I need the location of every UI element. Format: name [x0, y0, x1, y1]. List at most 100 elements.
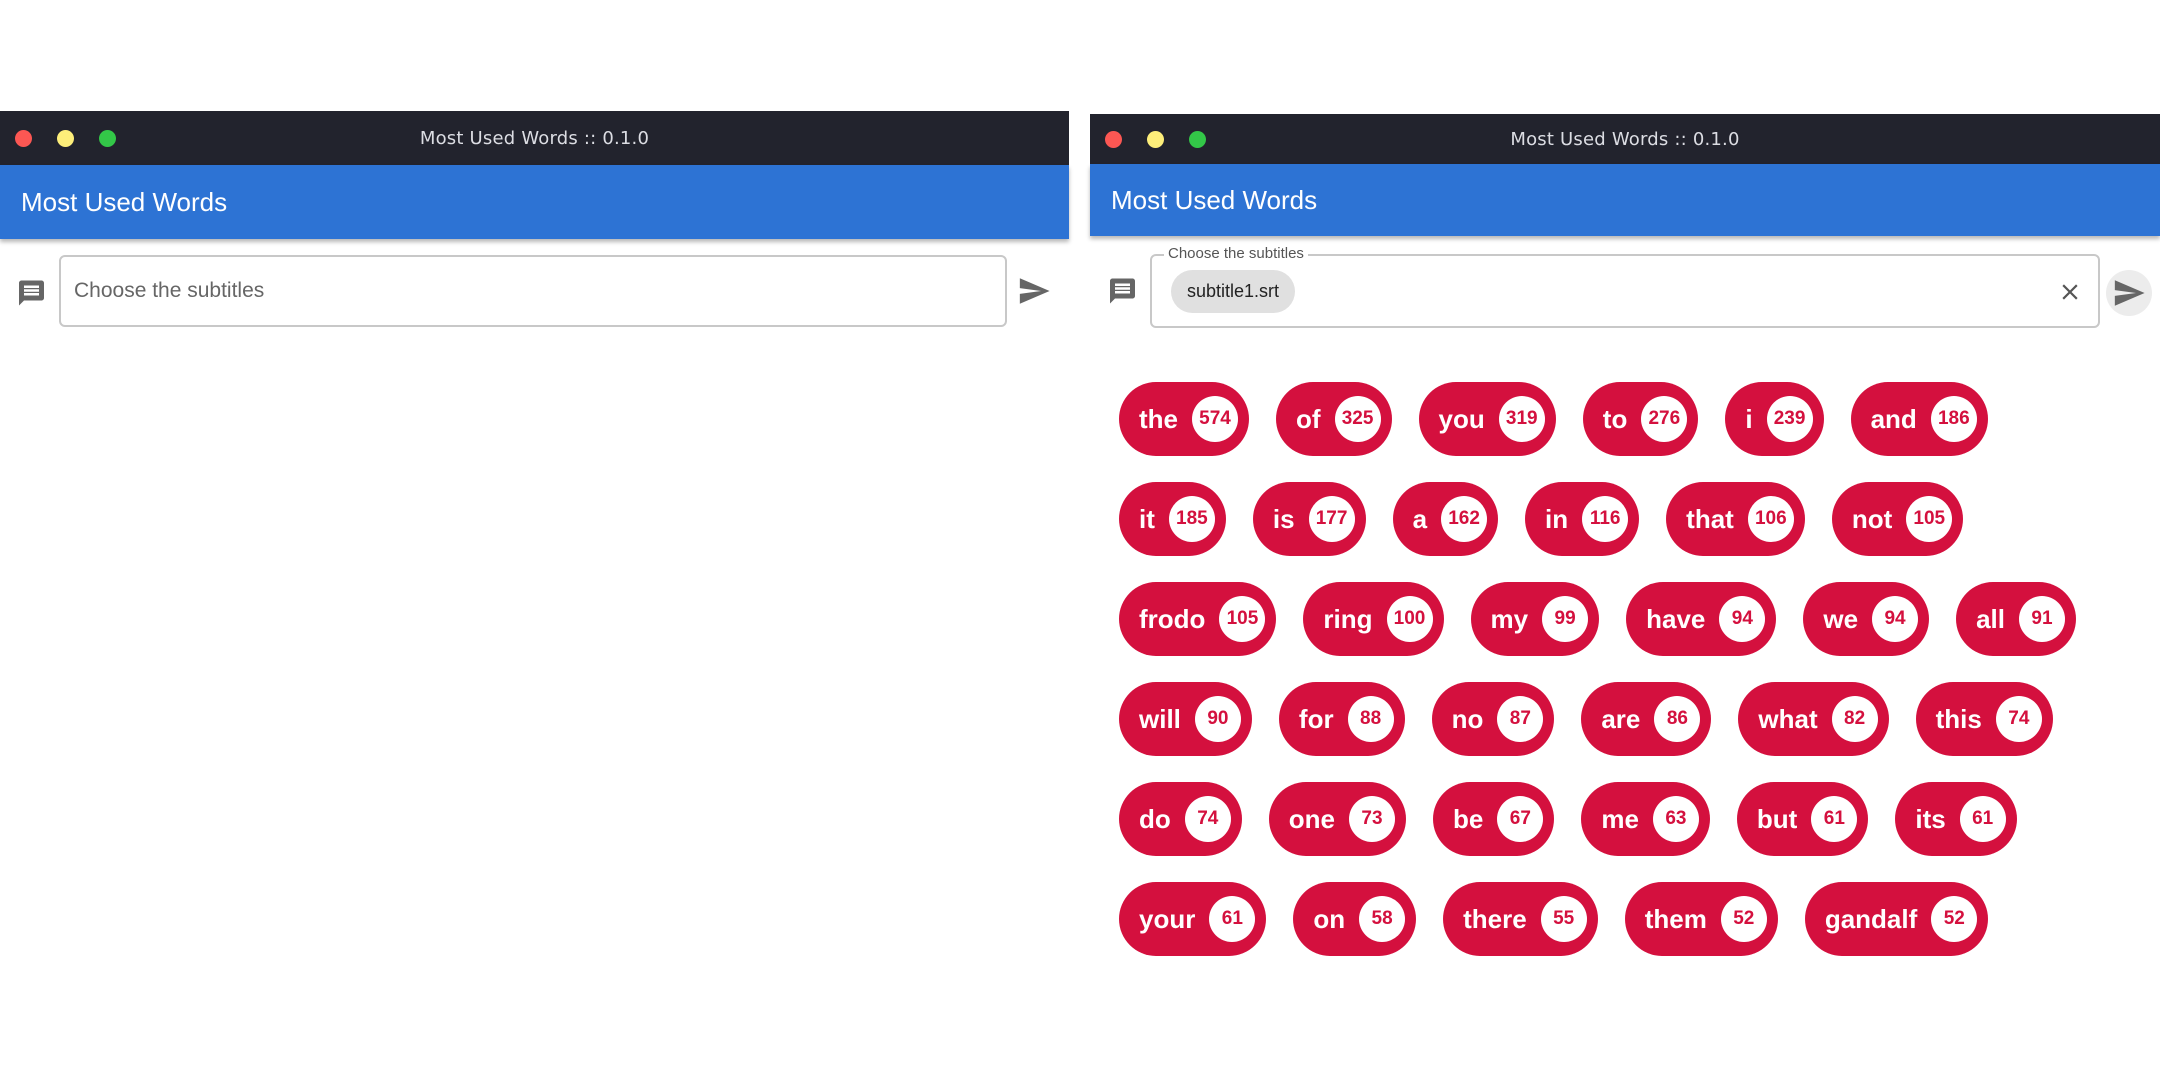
word-label: all: [1976, 603, 2005, 634]
word-count-badge: 74: [1184, 796, 1231, 842]
word-count-badge: 82: [1831, 696, 1878, 742]
send-icon: [2114, 280, 2145, 306]
subtitle-file-input[interactable]: Choose the subtitles: [59, 255, 1007, 327]
word-count-badge: 52: [1931, 896, 1978, 942]
word-chip[interactable]: them 52: [1624, 882, 1778, 956]
word-chip[interactable]: on 58: [1293, 882, 1417, 956]
word-chip[interactable]: its 61: [1895, 782, 2017, 856]
word-chip[interactable]: is 177: [1252, 482, 1366, 556]
word-chip[interactable]: be 67: [1433, 782, 1555, 856]
word-count-badge: 74: [1995, 696, 2042, 742]
word-label: to: [1602, 403, 1628, 434]
close-icon[interactable]: [2057, 279, 2083, 305]
word-chip[interactable]: and 186: [1850, 382, 1988, 456]
right-app-window: Most Used Words :: 0.1.0 Most Used Words…: [1090, 114, 2160, 1080]
word-label: on: [1313, 903, 1346, 934]
word-label: one: [1288, 803, 1335, 834]
word-chip[interactable]: of 325: [1276, 382, 1392, 456]
word-row: the 574 of 325 you 319 to 276 i 239 and 186: [1119, 382, 2129, 456]
word-chip[interactable]: all 91: [1956, 582, 2076, 656]
input-label: Choose the subtitles: [1164, 245, 1308, 262]
word-row: will 90 for 88 no 87 are 86 what 82 this 74: [1119, 682, 2129, 756]
word-chip[interactable]: in 116: [1525, 482, 1640, 556]
send-button[interactable]: [2106, 270, 2152, 316]
word-count-badge: 162: [1441, 496, 1488, 542]
word-count-badge: 55: [1540, 896, 1587, 942]
word-label: have: [1646, 603, 1706, 634]
word-count-badge: 73: [1349, 796, 1395, 842]
maximize-window-button[interactable]: [1189, 130, 1206, 148]
word-count-badge: 94: [1719, 596, 1766, 642]
word-chip[interactable]: not 105: [1831, 482, 1964, 556]
word-chip[interactable]: what 82: [1738, 682, 1889, 756]
word-count-badge: 106: [1747, 496, 1794, 542]
minimize-window-button[interactable]: [1147, 130, 1164, 148]
word-chip[interactable]: will 90: [1119, 682, 1252, 756]
word-chip[interactable]: we 94: [1803, 582, 1930, 656]
word-label: there: [1463, 903, 1527, 934]
word-label: will: [1139, 703, 1181, 734]
word-count-badge: 105: [1906, 496, 1953, 542]
word-count-badge: 99: [1542, 596, 1589, 642]
word-chip[interactable]: i 239: [1725, 382, 1824, 456]
word-chip[interactable]: for 88: [1278, 682, 1405, 756]
word-chip[interactable]: it 185: [1119, 482, 1226, 556]
word-chip[interactable]: do 74: [1119, 782, 1242, 856]
minimize-window-button[interactable]: [57, 129, 74, 147]
word-count-badge: 61: [1959, 796, 2006, 842]
word-chip[interactable]: my 99: [1470, 582, 1600, 656]
subtitle-input-row: Choose the subtitles: [0, 239, 1069, 333]
word-count-badge: 61: [1811, 796, 1858, 842]
word-chip[interactable]: there 55: [1443, 882, 1598, 956]
window-titlebar: Most Used Words :: 0.1.0: [0, 111, 1069, 165]
word-count-badge: 58: [1359, 896, 1406, 942]
word-row: it 185 is 177 a 162 in 116 that 106 not 105: [1119, 482, 2129, 556]
word-chip[interactable]: the 574: [1119, 382, 1249, 456]
word-chip[interactable]: this 74: [1915, 682, 2053, 756]
maximize-window-button[interactable]: [99, 129, 116, 147]
word-label: ring: [1323, 603, 1373, 634]
word-label: is: [1272, 503, 1295, 534]
word-label: be: [1453, 803, 1484, 834]
word-label: it: [1139, 503, 1155, 534]
word-label: them: [1644, 903, 1707, 934]
close-window-button[interactable]: [15, 129, 32, 147]
word-chip[interactable]: ring 100: [1303, 582, 1444, 656]
word-chip[interactable]: a 162: [1392, 482, 1499, 556]
word-row: frodo 105 ring 100 my 99 have 94 we 94 all 91: [1119, 582, 2129, 656]
word-label: that: [1686, 503, 1734, 534]
word-count-badge: 86: [1654, 696, 1701, 742]
word-chip[interactable]: no 87: [1431, 682, 1555, 756]
word-label: i: [1745, 403, 1753, 434]
word-chip[interactable]: one 73: [1268, 782, 1406, 856]
subtitle-file-input[interactable]: Choose the subtitles subtitle1.srt: [1150, 245, 2100, 328]
word-chip[interactable]: that 106: [1666, 482, 1805, 556]
word-label: not: [1851, 503, 1893, 534]
app-bar: Most Used Words: [1090, 164, 2160, 236]
word-count-badge: 116: [1582, 496, 1629, 542]
word-chip[interactable]: have 94: [1626, 582, 1777, 656]
app-bar: Most Used Words: [0, 165, 1069, 239]
word-chip[interactable]: are 86: [1581, 682, 1712, 756]
word-count-badge: 100: [1386, 596, 1433, 642]
word-count-badge: 239: [1766, 396, 1813, 442]
word-chip[interactable]: your 61: [1119, 882, 1267, 956]
word-chip[interactable]: you 319: [1418, 382, 1556, 456]
window-titlebar: Most Used Words :: 0.1.0: [1090, 114, 2160, 164]
close-window-button[interactable]: [1105, 130, 1122, 148]
word-label: a: [1412, 503, 1428, 534]
word-label: frodo: [1139, 603, 1206, 634]
message-icon: [16, 278, 47, 308]
word-count-badge: 61: [1209, 896, 1256, 942]
word-chip[interactable]: frodo 105: [1119, 582, 1277, 656]
word-chip[interactable]: me 63: [1581, 782, 1710, 856]
word-chip[interactable]: to 276: [1582, 382, 1699, 456]
word-label: me: [1601, 803, 1639, 834]
word-count-badge: 325: [1334, 396, 1381, 442]
word-label: the: [1139, 403, 1178, 434]
word-chip[interactable]: but 61: [1736, 782, 1869, 856]
word-count-badge: 185: [1168, 496, 1215, 542]
word-chip[interactable]: gandalf 52: [1804, 882, 1989, 956]
file-chip[interactable]: subtitle1.srt: [1171, 270, 1296, 313]
send-button[interactable]: [1014, 271, 1054, 311]
